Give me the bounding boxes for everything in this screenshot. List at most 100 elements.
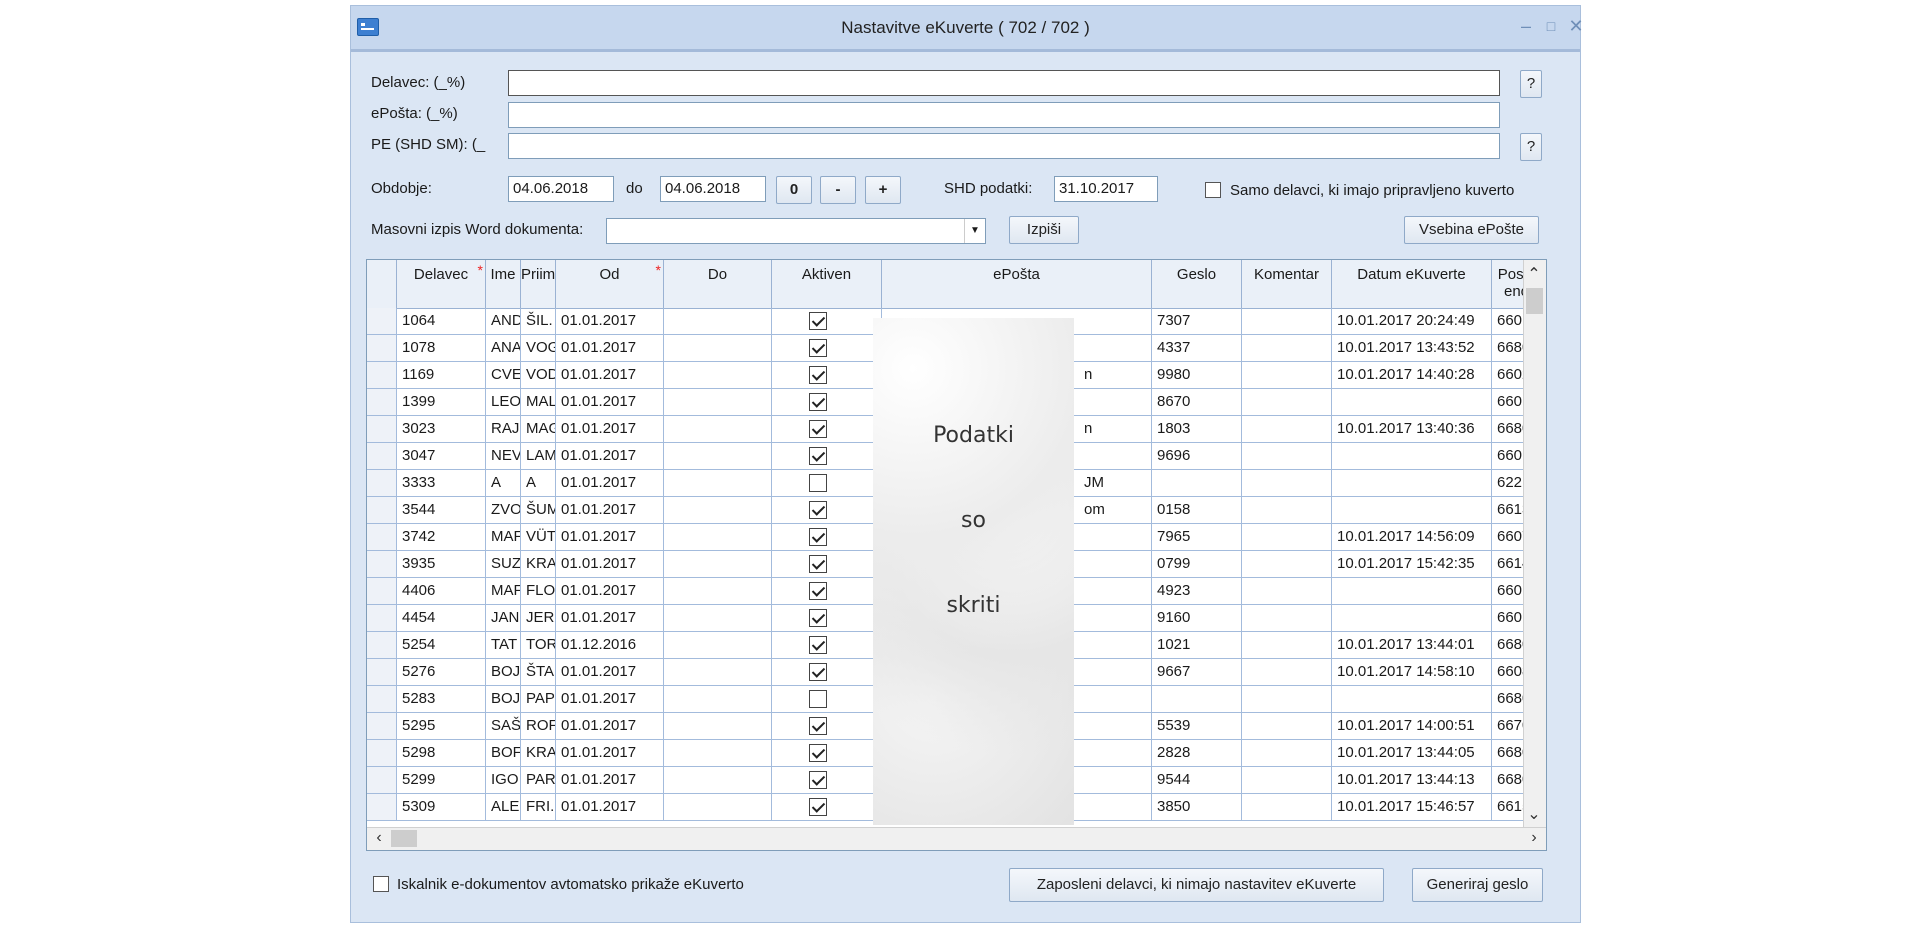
pe-help-button[interactable]: ? (1520, 133, 1542, 161)
row-selector[interactable] (367, 713, 397, 739)
aktiven-checkbox[interactable] (809, 744, 827, 762)
column-header-datum-ekuverte[interactable]: Datum eKuverte (1332, 260, 1492, 308)
cell-priimek[interactable]: PAP (521, 686, 556, 712)
cell-komentar[interactable] (1242, 416, 1332, 442)
cell-aktiven[interactable] (772, 794, 882, 820)
row-selector[interactable] (367, 578, 397, 604)
cell-delavec[interactable]: 3544 (397, 497, 486, 523)
cell-aktiven[interactable] (772, 551, 882, 577)
eposta-input[interactable] (508, 102, 1500, 128)
aktiven-checkbox[interactable] (809, 636, 827, 654)
cell-komentar[interactable] (1242, 578, 1332, 604)
cell-aktiven[interactable] (772, 686, 882, 712)
cell-geslo[interactable] (1152, 686, 1242, 712)
cell-geslo[interactable]: 7307 (1152, 308, 1242, 334)
cell-od[interactable]: 01.01.2017 (556, 524, 664, 550)
cell-geslo[interactable]: 1021 (1152, 632, 1242, 658)
column-header-delavec[interactable]: Delavec * (397, 260, 486, 308)
aktiven-checkbox[interactable] (809, 420, 827, 438)
cell-priimek[interactable]: MAG (521, 416, 556, 442)
row-selector[interactable] (367, 605, 397, 631)
scroll-down-icon[interactable]: ⌄ (1524, 804, 1544, 824)
cell-priimek[interactable]: ŠIL. (521, 308, 556, 334)
cell-delavec[interactable]: 5309 (397, 794, 486, 820)
cell-komentar[interactable] (1242, 308, 1332, 334)
period-plus-button[interactable]: + (865, 176, 901, 204)
cell-aktiven[interactable] (772, 713, 882, 739)
cell-ime[interactable]: BOJ (486, 686, 521, 712)
cell-od[interactable]: 01.01.2017 (556, 659, 664, 685)
cell-datum-ekuverte[interactable]: 10.01.2017 13:44:01 (1332, 632, 1492, 658)
cell-delavec[interactable]: 3742 (397, 524, 486, 550)
cell-geslo[interactable]: 9667 (1152, 659, 1242, 685)
cell-do[interactable] (664, 794, 772, 820)
cell-komentar[interactable] (1242, 497, 1332, 523)
cell-komentar[interactable] (1242, 632, 1332, 658)
cell-datum-ekuverte[interactable] (1332, 605, 1492, 631)
aktiven-checkbox[interactable] (809, 609, 827, 627)
aktiven-checkbox[interactable] (809, 690, 827, 708)
cell-od[interactable]: 01.01.2017 (556, 740, 664, 766)
cell-do[interactable] (664, 551, 772, 577)
column-header-komentar[interactable]: Komentar (1242, 260, 1332, 308)
cell-aktiven[interactable] (772, 524, 882, 550)
cell-geslo[interactable]: 5539 (1152, 713, 1242, 739)
cell-od[interactable]: 01.01.2017 (556, 416, 664, 442)
row-selector[interactable] (367, 362, 397, 388)
cell-datum-ekuverte[interactable]: 10.01.2017 15:46:57 (1332, 794, 1492, 820)
row-selector[interactable] (367, 443, 397, 469)
cell-komentar[interactable] (1242, 551, 1332, 577)
cell-priimek[interactable]: A (521, 470, 556, 496)
column-header-ime[interactable]: Ime (486, 260, 521, 308)
cell-datum-ekuverte[interactable] (1332, 578, 1492, 604)
aktiven-checkbox[interactable] (809, 339, 827, 357)
cell-od[interactable]: 01.01.2017 (556, 605, 664, 631)
cell-ime[interactable]: ANA (486, 335, 521, 361)
cell-datum-ekuverte[interactable] (1332, 389, 1492, 415)
cell-od[interactable]: 01.01.2017 (556, 794, 664, 820)
aktiven-checkbox[interactable] (809, 393, 827, 411)
cell-geslo[interactable]: 8670 (1152, 389, 1242, 415)
cell-aktiven[interactable] (772, 443, 882, 469)
row-selector[interactable] (367, 632, 397, 658)
vertical-scrollbar[interactable]: ⌃ ⌄ (1523, 260, 1546, 828)
scroll-up-icon[interactable]: ⌃ (1524, 264, 1544, 284)
column-header-do[interactable]: Do (664, 260, 772, 308)
cell-ime[interactable]: A (486, 470, 521, 496)
cell-ime[interactable]: ALE (486, 794, 521, 820)
cell-komentar[interactable] (1242, 794, 1332, 820)
cell-do[interactable] (664, 713, 772, 739)
aktiven-checkbox[interactable] (809, 312, 827, 330)
aktiven-checkbox[interactable] (809, 474, 827, 492)
cell-delavec[interactable]: 1169 (397, 362, 486, 388)
cell-priimek[interactable]: LAM (521, 443, 556, 469)
cell-aktiven[interactable] (772, 362, 882, 388)
cell-aktiven[interactable] (772, 740, 882, 766)
cell-priimek[interactable]: ŠTA (521, 659, 556, 685)
shd-date-input[interactable]: 31.10.2017 (1054, 176, 1158, 202)
cell-ime[interactable]: NEV (486, 443, 521, 469)
cell-delavec[interactable]: 3023 (397, 416, 486, 442)
cell-do[interactable] (664, 389, 772, 415)
word-select[interactable]: ▼ (606, 218, 986, 244)
cell-datum-ekuverte[interactable] (1332, 470, 1492, 496)
cell-priimek[interactable]: VÜT (521, 524, 556, 550)
aktiven-checkbox[interactable] (809, 798, 827, 816)
cell-aktiven[interactable] (772, 497, 882, 523)
cell-geslo[interactable]: 0799 (1152, 551, 1242, 577)
cell-delavec[interactable]: 4454 (397, 605, 486, 631)
cell-od[interactable]: 01.01.2017 (556, 308, 664, 334)
cell-do[interactable] (664, 362, 772, 388)
cell-aktiven[interactable] (772, 632, 882, 658)
cell-geslo[interactable]: 4923 (1152, 578, 1242, 604)
aktiven-checkbox[interactable] (809, 663, 827, 681)
missing-settings-button[interactable]: Zaposleni delavci, ki nimajo nastavitev … (1009, 868, 1384, 902)
cell-datum-ekuverte[interactable]: 10.01.2017 13:44:05 (1332, 740, 1492, 766)
maximize-icon[interactable]: □ (1542, 17, 1560, 35)
cell-ime[interactable]: RAJ (486, 416, 521, 442)
cell-do[interactable] (664, 308, 772, 334)
row-selector[interactable] (367, 497, 397, 523)
cell-ime[interactable]: SAŠ (486, 713, 521, 739)
aktiven-checkbox[interactable] (809, 582, 827, 600)
print-button[interactable]: Izpiši (1009, 216, 1079, 244)
